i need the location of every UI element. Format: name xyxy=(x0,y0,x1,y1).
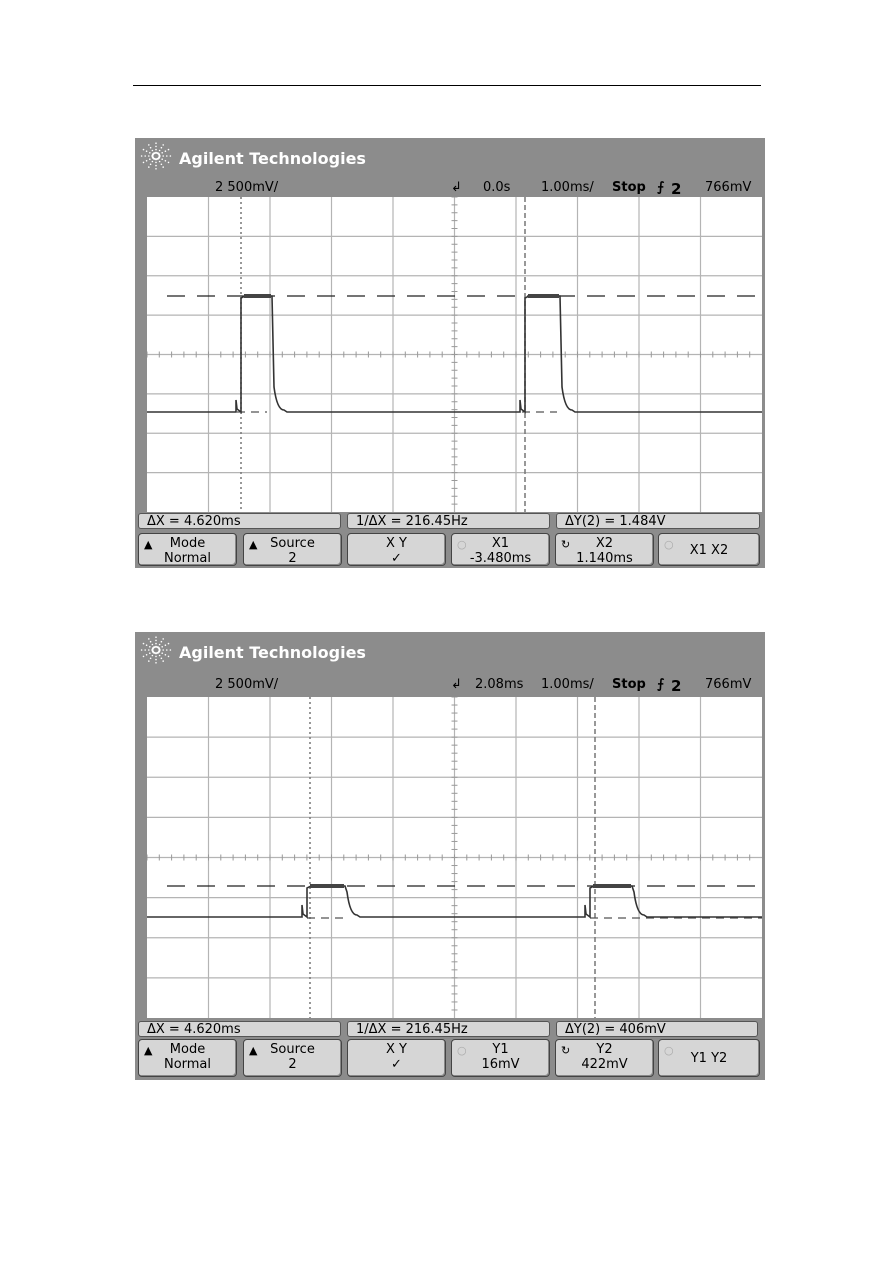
run-state: Stop xyxy=(612,677,646,692)
softkey-l2: 1.140ms xyxy=(576,551,633,566)
softkey-6[interactable]: ○ X1 X2 xyxy=(658,533,760,566)
delta-x-readout: ΔX = 4.620ms xyxy=(138,513,341,529)
trigger-marker-icon: ↲ xyxy=(451,677,462,692)
agilent-spark-icon xyxy=(139,636,179,668)
header-rule xyxy=(133,85,761,86)
up-arrow-icon: ▲ xyxy=(144,538,153,551)
trigger-delay: 2.08ms xyxy=(475,677,524,692)
softkey-l1: Mode xyxy=(169,1042,206,1057)
softkey-l1: X2 xyxy=(595,536,614,551)
channel-scale: 2 500mV/ xyxy=(215,677,279,692)
softkey-l2: ✓ xyxy=(391,551,402,566)
knob-inactive-icon: ○ xyxy=(457,538,467,551)
trigger-level: 766mV xyxy=(705,180,752,195)
softkey-l2: 2 xyxy=(288,551,297,566)
softkey-2[interactable]: ▲ Source 2 xyxy=(243,1039,342,1077)
waveform-grid xyxy=(147,197,762,512)
inverse-delta-x-readout: 1/ΔX = 216.45Hz xyxy=(347,1021,550,1037)
brand-logo: Agilent Technologies xyxy=(139,636,366,668)
pulse-top-noise xyxy=(244,294,271,298)
softkey-l2: 16mV xyxy=(481,1057,520,1072)
document-page: Agilent Technologies 2 500mV/ ↲ 0.0s 1.0… xyxy=(0,0,893,1263)
softkey-l1: Source xyxy=(270,536,315,551)
softkey-l1: Mode xyxy=(169,536,206,551)
trigger-delay: 0.0s xyxy=(483,180,511,195)
softkey-4[interactable]: ○ X1 -3.480ms xyxy=(451,533,550,566)
softkey-1[interactable]: ▲ Mode Normal xyxy=(138,533,237,566)
softkey-2[interactable]: ▲ Source 2 xyxy=(243,533,342,566)
softkey-l2: ✓ xyxy=(391,1057,402,1072)
brand-name: Agilent Technologies xyxy=(179,148,366,168)
channel-scale: 2 500mV/ xyxy=(215,180,279,195)
softkey-6[interactable]: ○ Y1 Y2 xyxy=(658,1039,760,1077)
softkey-5[interactable]: ↻ X2 1.140ms xyxy=(555,533,654,566)
trigger-marker-icon: ↲ xyxy=(451,180,462,195)
delta-x-readout: ΔX = 4.620ms xyxy=(138,1021,341,1037)
softkey-3[interactable]: X Y ✓ xyxy=(347,533,446,566)
up-arrow-icon: ▲ xyxy=(249,1044,258,1057)
trigger-source: 2 xyxy=(671,180,682,198)
softkey-5[interactable]: ↻ Y2 422mV xyxy=(555,1039,654,1077)
softkey-l1: Y1 Y2 xyxy=(690,1051,728,1066)
rotate-knob-icon: ↻ xyxy=(561,1044,571,1057)
run-state: Stop xyxy=(612,180,646,195)
trigger-edge-icon: ⨍ xyxy=(657,677,665,692)
knob-inactive-icon: ○ xyxy=(457,1044,467,1057)
softkey-l1: X Y xyxy=(386,1042,407,1057)
brand-name: Agilent Technologies xyxy=(179,642,366,662)
softkey-l2: 2 xyxy=(288,1057,297,1072)
rotate-knob-icon: ↻ xyxy=(561,538,571,551)
softkey-l1: Y2 xyxy=(596,1042,613,1057)
waveform-grid xyxy=(147,697,762,1018)
up-arrow-icon: ▲ xyxy=(249,538,258,551)
softkey-l2: Normal xyxy=(163,1057,212,1072)
trigger-source: 2 xyxy=(671,677,682,695)
channel-marker-strip xyxy=(135,197,147,512)
agilent-spark-icon xyxy=(139,142,179,174)
trigger-level: 766mV xyxy=(705,677,752,692)
trigger-edge-icon: ⨍ xyxy=(657,180,665,195)
waveform-display xyxy=(147,697,762,1018)
softkey-4[interactable]: ○ Y1 16mV xyxy=(451,1039,550,1077)
pulse-top-noise xyxy=(528,294,559,298)
softkey-3[interactable]: X Y ✓ xyxy=(347,1039,446,1077)
softkey-l1: Source xyxy=(270,1042,315,1057)
pulse-top-noise xyxy=(593,884,631,888)
softkey-l2: Normal xyxy=(163,551,212,566)
status-line: 2 500mV/ ↲ 0.0s 1.00ms/ Stop ⨍ 2 766mV xyxy=(135,180,765,198)
softkey-l1: X1 X2 xyxy=(689,542,729,558)
inverse-delta-x-readout: 1/ΔX = 216.45Hz xyxy=(347,513,550,529)
delta-y-readout: ΔY(2) = 1.484V xyxy=(556,513,760,529)
delta-y-readout: ΔY(2) = 406mV xyxy=(556,1021,758,1037)
softkey-1[interactable]: ▲ Mode Normal xyxy=(138,1039,237,1077)
brand-logo: Agilent Technologies xyxy=(139,142,366,174)
status-line: 2 500mV/ ↲ 2.08ms 1.00ms/ Stop ⨍ 2 766mV xyxy=(135,677,765,695)
up-arrow-icon: ▲ xyxy=(144,1044,153,1057)
oscilloscope-screenshot-2: Agilent Technologies 2 500mV/ ↲ 2.08ms 1… xyxy=(135,632,765,1080)
waveform-display xyxy=(147,197,762,512)
oscilloscope-screenshot-1: Agilent Technologies 2 500mV/ ↲ 0.0s 1.0… xyxy=(135,138,765,568)
softkey-l2: -3.480ms xyxy=(469,551,532,566)
pulse-top-noise xyxy=(310,884,344,888)
timebase: 1.00ms/ xyxy=(541,180,594,195)
softkey-l2: 422mV xyxy=(581,1057,628,1072)
channel-marker-strip xyxy=(135,697,147,1018)
timebase: 1.00ms/ xyxy=(541,677,594,692)
softkey-l1: X Y xyxy=(386,536,407,551)
knob-inactive-icon: ○ xyxy=(664,538,674,551)
knob-inactive-icon: ○ xyxy=(664,1044,674,1057)
